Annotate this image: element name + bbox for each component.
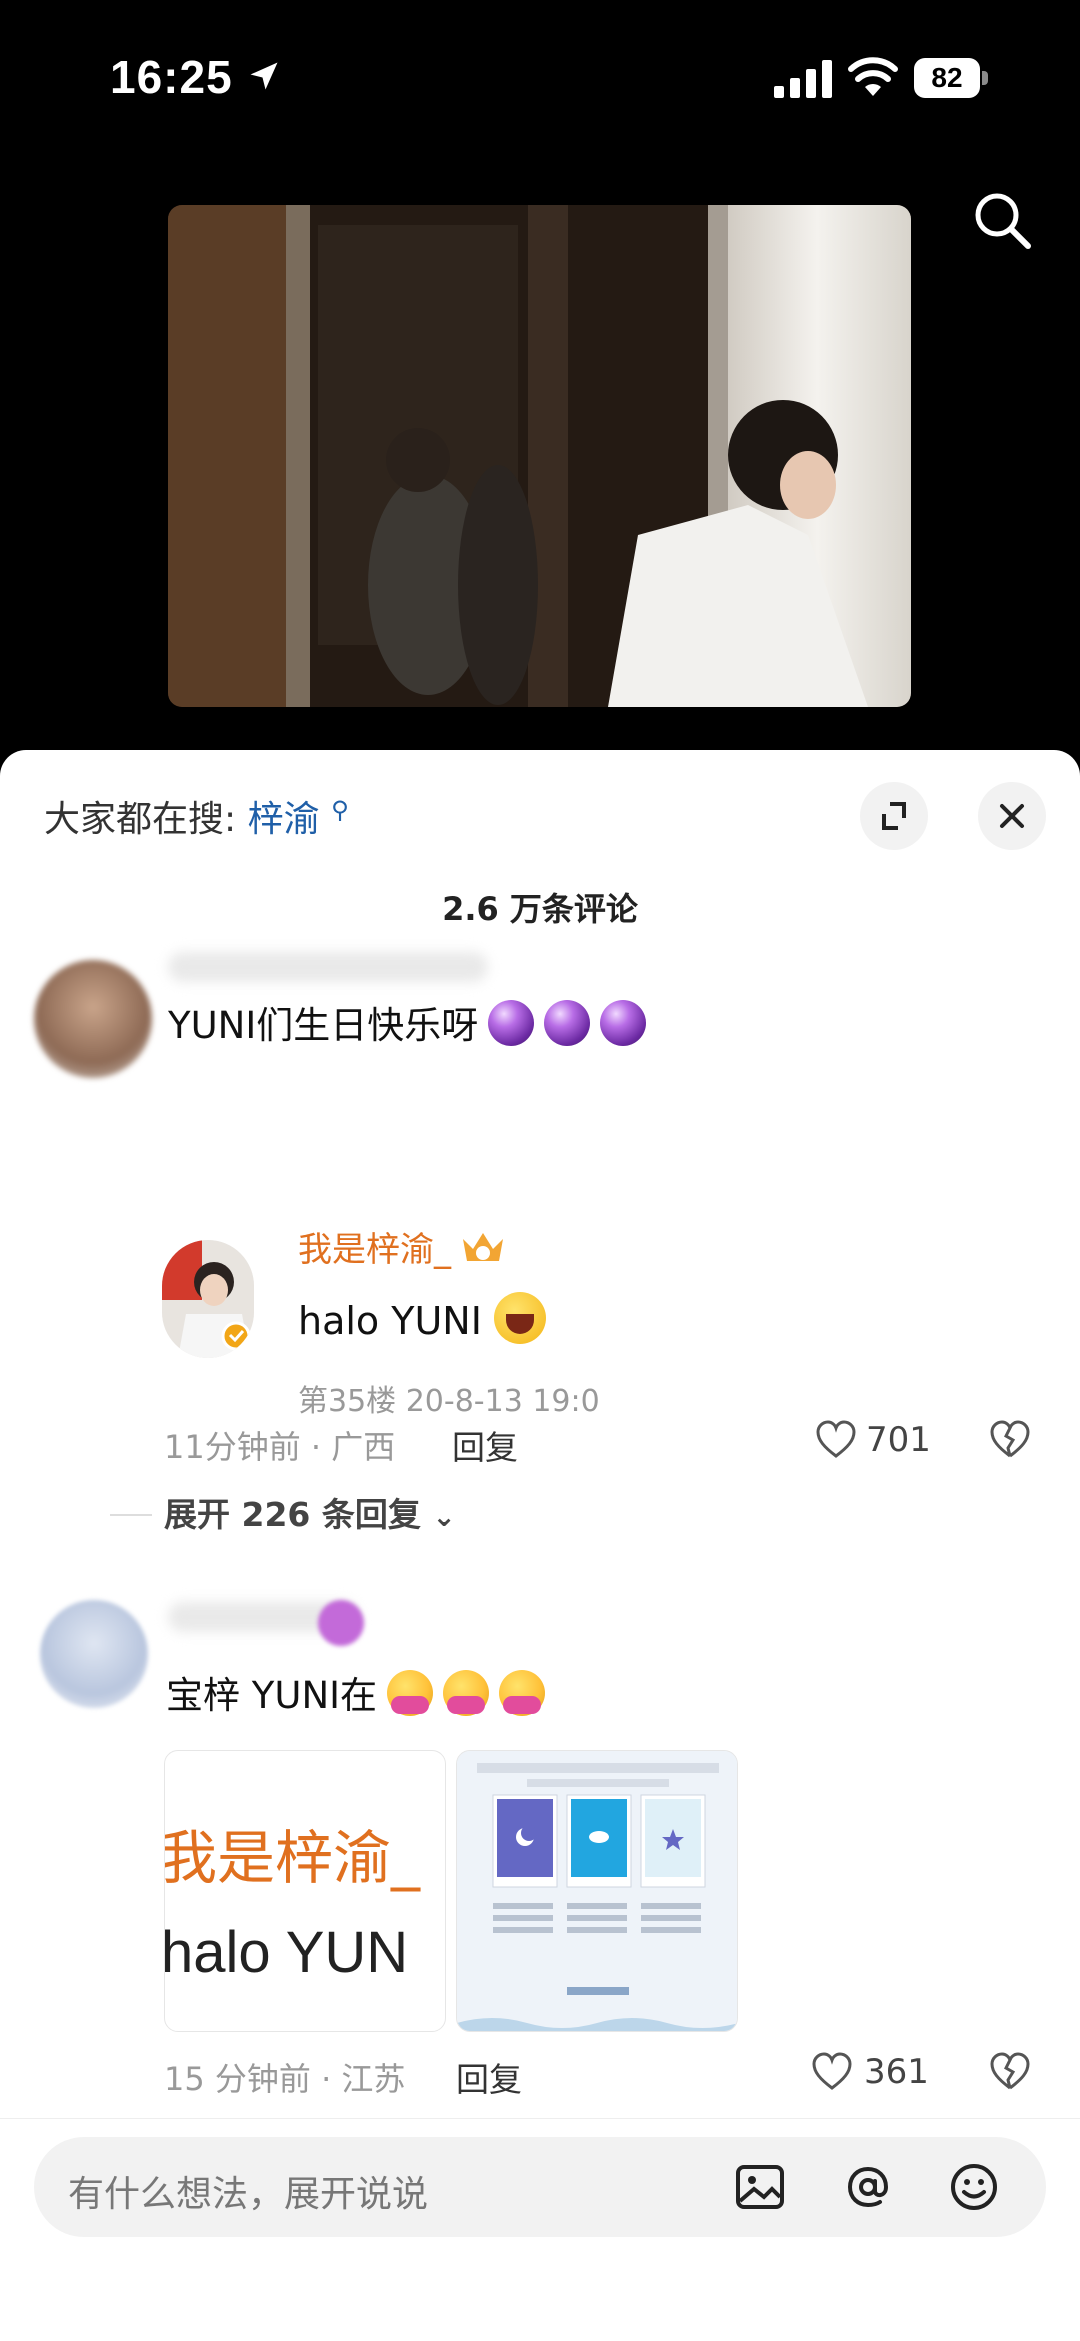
expand-replies-label: 展开 226 条回复 <box>164 1495 421 1534</box>
user-badge-icon <box>318 1600 364 1646</box>
thumb-text-line2: halo YUN <box>164 1920 409 1985</box>
comment-count: 2.6 万条评论 <box>442 890 638 928</box>
quote-text-content: halo YUNI <box>298 1299 482 1343</box>
quote-avatar-art <box>162 1240 254 1358</box>
crystal-ball-emoji-icon <box>488 1000 535 1046</box>
video-frame <box>168 205 911 707</box>
hot-search-keyword[interactable]: 梓渝 <box>248 799 320 840</box>
comment-image-thumbnail[interactable] <box>456 1750 738 2032</box>
comment-input-field[interactable]: 有什么想法，展开说说 <box>34 2137 1046 2237</box>
color-card-image <box>457 1751 737 2031</box>
hot-search[interactable]: 大家都在搜: 梓渝 ⚲ <box>44 790 349 842</box>
battery-tip <box>982 71 988 85</box>
commenter-avatar[interactable] <box>34 960 152 1078</box>
comment-image-thumbnail[interactable]: 我是梓渝_ halo YUN <box>164 1750 446 2032</box>
close-button[interactable] <box>978 782 1046 850</box>
location-arrow-icon <box>250 62 278 90</box>
cellular-signal-icon <box>774 60 832 98</box>
mention-at-icon[interactable] <box>840 2159 896 2215</box>
video-player[interactable] <box>168 205 911 707</box>
crown-badge-icon <box>463 1233 503 1261</box>
status-bar: 16:25 82 <box>0 0 1080 160</box>
crystal-ball-emoji-icon <box>600 1000 647 1046</box>
comment-text: 宝梓 YUNI在 <box>166 1665 546 1719</box>
comment-input-placeholder: 有什么想法，展开说说 <box>68 2174 429 2215</box>
image-icon[interactable] <box>732 2159 788 2215</box>
comment-sheet: 大家都在搜: 梓渝 ⚲ 2.6 万条评论 YUNI们生日快乐呀 我是梓渝_ ha… <box>0 750 1080 2341</box>
dislike-broken-heart-icon[interactable] <box>988 1418 1032 1462</box>
search-icon[interactable] <box>970 188 1034 252</box>
emoji-smile-icon[interactable] <box>946 2159 1002 2215</box>
dislike-broken-heart-icon[interactable] <box>988 2050 1032 2094</box>
reply-button[interactable]: 回复 <box>452 1421 518 1469</box>
expand-replies-button[interactable]: 展开 226 条回复 ⌄ <box>164 1488 456 1536</box>
comment-input-bar: 有什么想法，展开说说 <box>0 2118 1080 2341</box>
hot-search-prefix: 大家都在搜: <box>44 799 237 840</box>
battery-level: 82 <box>914 58 980 98</box>
expand-button[interactable] <box>860 782 928 850</box>
reply-button[interactable]: 回复 <box>456 2053 522 2101</box>
hugging-emoji-icon <box>387 1670 434 1716</box>
comment-text: YUNI们生日快乐呀 <box>168 995 647 1049</box>
quote-username: 我是梓渝_ <box>298 1222 509 1271</box>
like-heart-icon[interactable] <box>810 2050 854 2094</box>
like-count: 361 <box>864 2052 929 2092</box>
quote-text: halo YUNI <box>298 1292 547 1344</box>
comment-text-content: YUNI们生日快乐呀 <box>168 1004 479 1047</box>
comment-text-content: 宝梓 YUNI在 <box>166 1674 378 1717</box>
comment-time-location: 15 分钟前 · 江苏 <box>164 2060 406 2098</box>
like-count: 701 <box>866 1420 931 1460</box>
hugging-emoji-icon <box>499 1670 546 1716</box>
status-time: 16:25 <box>110 51 233 103</box>
quote-avatar <box>162 1240 254 1358</box>
thumb-text-line1: 我是梓渝_ <box>164 1824 421 1892</box>
crystal-ball-emoji-icon <box>544 1000 591 1046</box>
laughing-emoji-icon <box>494 1292 547 1344</box>
chevron-down-icon: ⌄ <box>432 1500 456 1533</box>
like-heart-icon[interactable] <box>814 1418 858 1462</box>
divider-line <box>110 1514 152 1516</box>
quote-username-text: 我是梓渝_ <box>298 1230 451 1270</box>
comment-time-location: 11分钟前 · 广西 <box>164 1428 396 1466</box>
small-search-icon: ⚲ <box>331 796 349 824</box>
close-icon <box>1000 804 1024 828</box>
commenter-name-blurred[interactable] <box>168 952 488 982</box>
battery-indicator: 82 <box>914 58 988 98</box>
expand-icon <box>882 802 906 830</box>
commenter-avatar[interactable] <box>40 1600 148 1708</box>
wifi-icon <box>848 57 898 96</box>
quoted-comment-image[interactable]: 我是梓渝_ halo YUNI 第35楼 20-8-13 19:0 <box>162 1180 622 1420</box>
hugging-emoji-icon <box>443 1670 490 1716</box>
quote-meta: 第35楼 20-8-13 19:0 <box>298 1384 600 1419</box>
